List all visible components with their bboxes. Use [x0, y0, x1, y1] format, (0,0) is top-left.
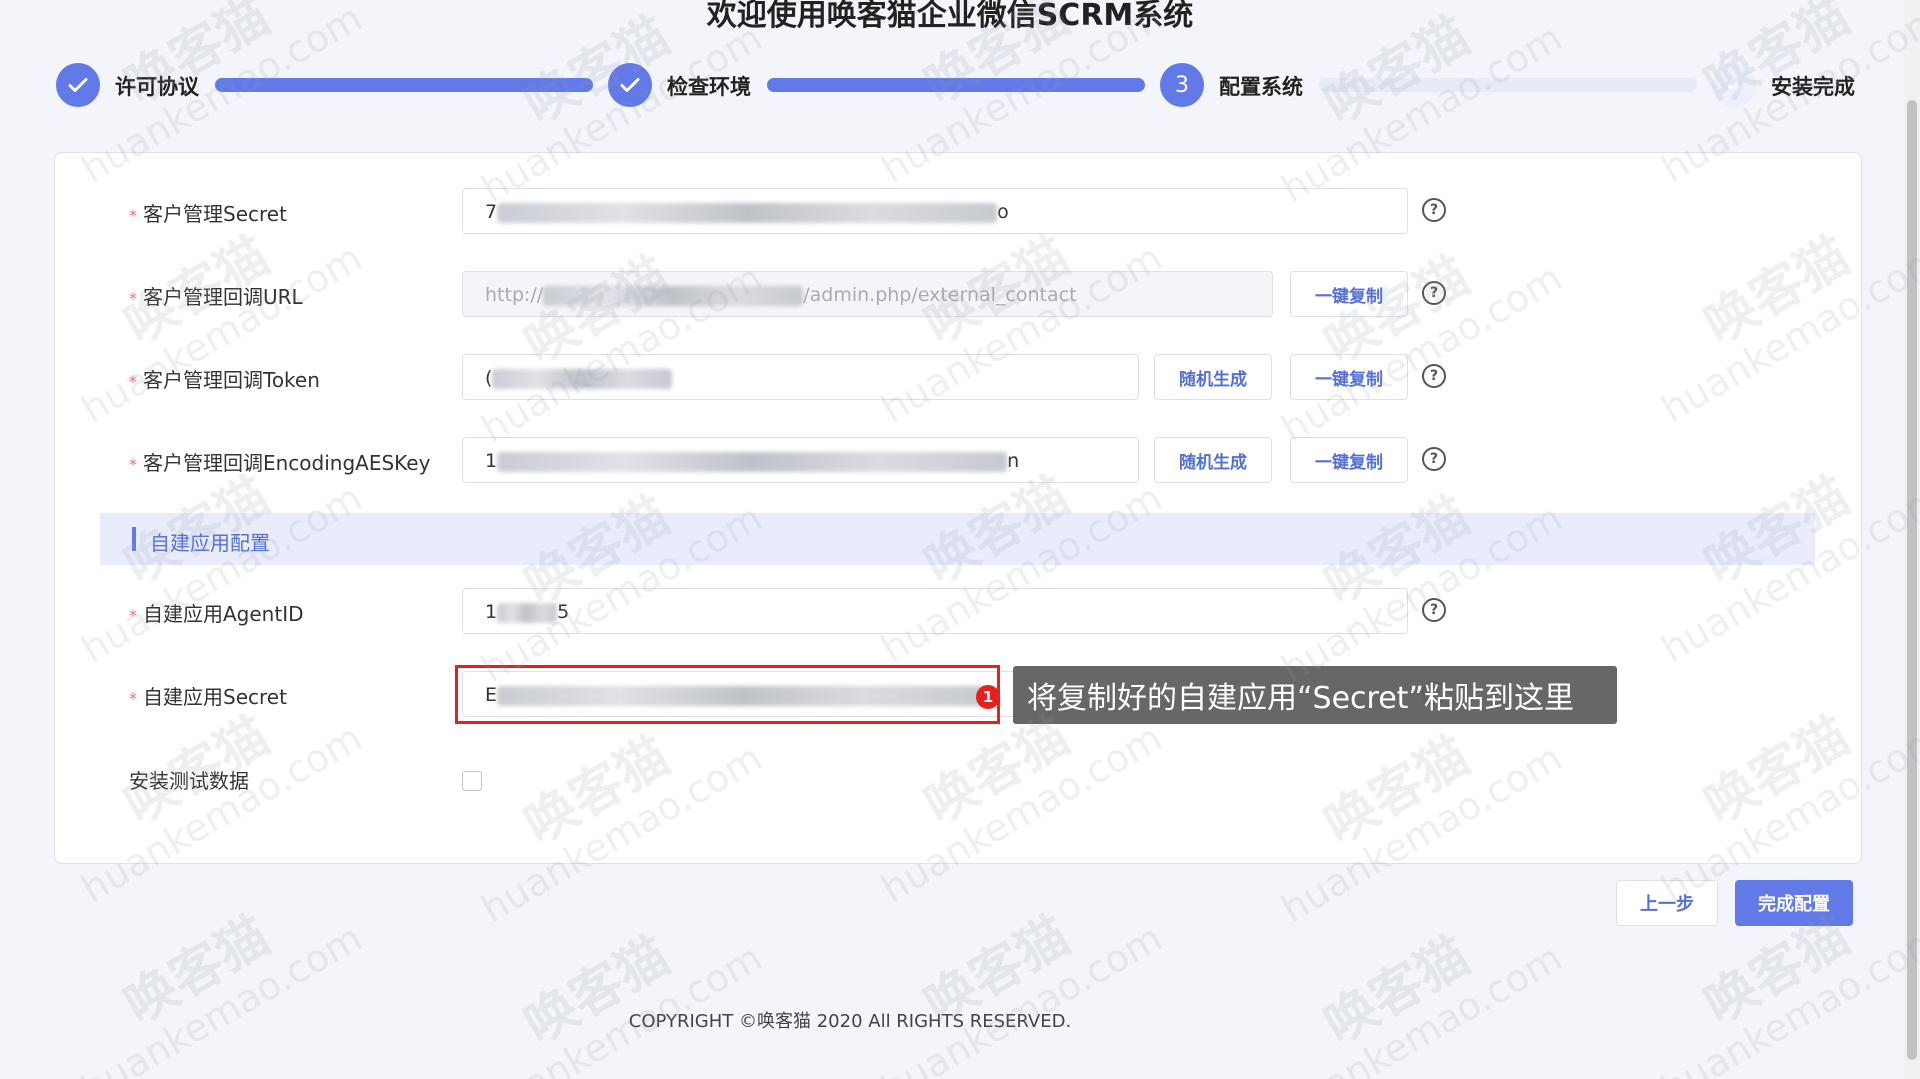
help-icon[interactable]: ? — [1422, 598, 1446, 622]
required-mark: * — [129, 606, 137, 625]
redacted-value — [497, 451, 1008, 472]
row-customer-secret: * 客户管理Secret 7o ? — [55, 188, 1861, 236]
app-secret-label: 自建应用Secret — [143, 685, 287, 709]
redacted-value — [497, 602, 558, 623]
watermark: 唤客猫huankemao.com — [73, 905, 370, 1079]
step-1-label: 许可协议 — [115, 75, 199, 99]
redacted-value — [492, 368, 673, 389]
customer-secret-label: 客户管理Secret — [143, 202, 287, 226]
callback-token-label: 客户管理回调Token — [143, 368, 320, 392]
required-mark: * — [129, 206, 137, 225]
copy-token-button[interactable]: 一键复制 — [1290, 354, 1408, 400]
step-2-progress-bar — [767, 78, 1145, 92]
generate-aes-key-button[interactable]: 随机生成 — [1154, 437, 1272, 483]
step-1-check-icon — [56, 63, 100, 107]
redacted-value — [497, 202, 998, 223]
step-3-label: 配置系统 — [1219, 75, 1303, 99]
config-form-card: * 客户管理Secret 7o ? * 客户管理回调URL http:///admi… — [54, 152, 1862, 864]
prev-step-button[interactable]: 上一步 — [1616, 880, 1718, 926]
required-mark: * — [129, 689, 137, 708]
step-2-label: 检查环境 — [667, 75, 751, 99]
row-callback-url: * 客户管理回调URL http:///admin.php/external_co… — [55, 271, 1861, 319]
section-title: 自建应用配置 — [150, 531, 270, 555]
redacted-value — [543, 285, 804, 306]
agent-id-input[interactable]: 15 — [462, 588, 1408, 634]
finish-config-button[interactable]: 完成配置 — [1735, 880, 1853, 926]
row-callback-aes-key: * 客户管理回调EncodingAESKey 1n 随机生成 一键复制 ? — [55, 437, 1861, 485]
customer-secret-input[interactable]: 7o — [462, 188, 1408, 234]
generate-token-button[interactable]: 随机生成 — [1154, 354, 1272, 400]
required-mark: * — [129, 289, 137, 308]
required-mark: * — [129, 372, 137, 391]
install-test-data-label: 安装测试数据 — [129, 769, 249, 793]
watermark: 唤客猫huankemao.com — [873, 905, 1170, 1079]
callback-url-input[interactable]: http:///admin.php/external_contact — [462, 271, 1273, 317]
scrollbar-thumb[interactable] — [1907, 100, 1917, 1060]
step-1-progress-bar — [215, 78, 593, 92]
page-scrollbar[interactable] — [1904, 0, 1920, 1079]
row-agent-id: * 自建应用AgentID 15 ? — [55, 588, 1861, 636]
watermark: 唤客猫huankemao.com — [473, 925, 770, 1079]
copyright-footer: COPYRIGHT ©唤客猫 2020 All RIGHTS RESERVED. — [628, 1011, 1072, 1032]
step-2-check-icon — [608, 63, 652, 107]
callback-aes-key-input[interactable]: 1n — [462, 437, 1139, 483]
step-4-number: 4 — [1712, 63, 1756, 107]
page-title: 欢迎使用唤客猫企业微信SCRM系统 — [706, 0, 1194, 33]
watermark: 唤客猫huankemao.com — [1273, 925, 1570, 1079]
agent-id-label: 自建应用AgentID — [143, 602, 304, 626]
install-test-data-checkbox[interactable] — [462, 771, 482, 791]
callback-aes-key-label: 客户管理回调EncodingAESKey — [143, 451, 431, 475]
row-callback-token: * 客户管理回调Token ( 随机生成 一键复制 ? — [55, 354, 1861, 402]
help-icon[interactable]: ? — [1422, 281, 1446, 305]
required-mark: * — [129, 455, 137, 474]
step-3-number: 3 — [1160, 63, 1204, 107]
callback-token-input[interactable]: ( — [462, 354, 1139, 400]
section-accent-bar — [132, 527, 136, 551]
copy-url-button[interactable]: 一键复制 — [1290, 271, 1408, 317]
highlight-box — [455, 665, 1000, 724]
step-badge: 1 — [976, 685, 1000, 709]
callback-url-label: 客户管理回调URL — [143, 285, 303, 309]
help-icon[interactable]: ? — [1422, 447, 1446, 471]
step-4-label: 安装完成 — [1771, 75, 1855, 99]
help-icon[interactable]: ? — [1422, 364, 1446, 388]
help-icon[interactable]: ? — [1422, 198, 1446, 222]
instruction-tooltip: 将复制好的自建应用“Secret”粘贴到这里 — [1013, 666, 1617, 724]
step-3-progress-bar — [1319, 78, 1697, 92]
copy-aes-key-button[interactable]: 一键复制 — [1290, 437, 1408, 483]
section-header: 自建应用配置 — [100, 513, 1815, 565]
row-install-test-data: 安装测试数据 — [55, 765, 1861, 813]
